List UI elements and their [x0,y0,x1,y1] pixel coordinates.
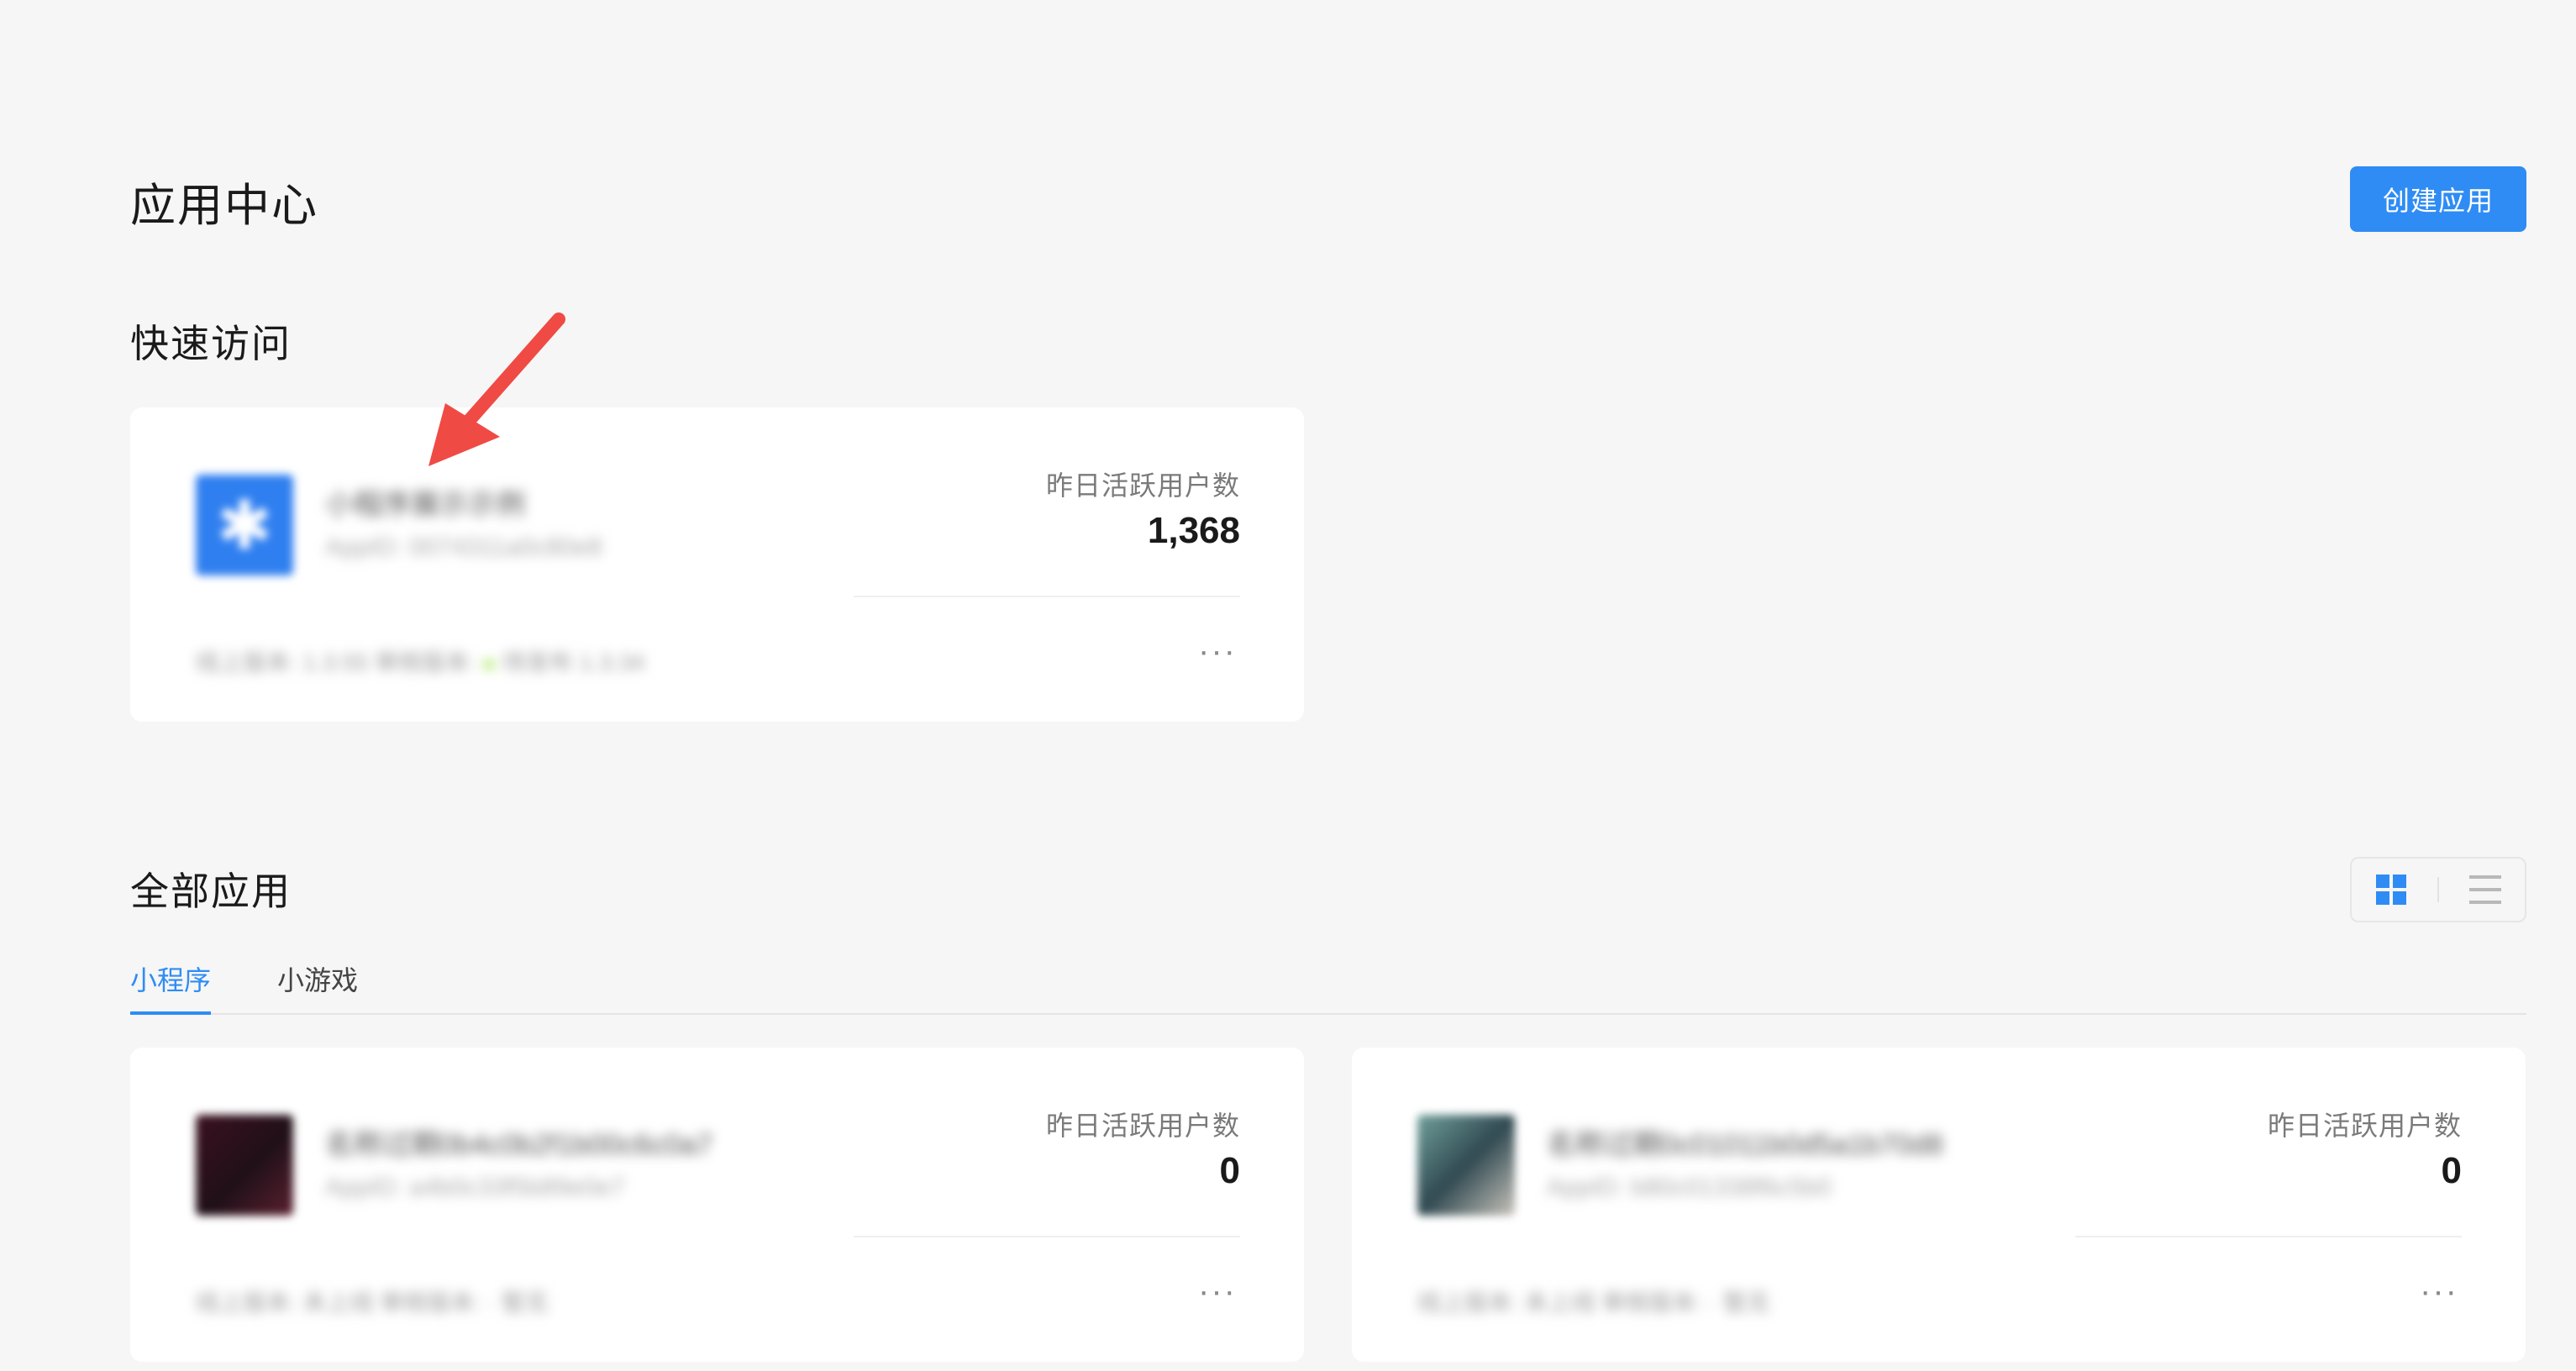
page-title: 应用中心 [130,181,318,231]
dau-label: 昨日活跃用户数 [2267,1111,2462,1141]
app-icon [1417,1115,1515,1216]
annotation-arrow [428,313,565,466]
tab-mini-game[interactable]: 小游戏 [277,959,358,998]
grid-view-button[interactable] [2358,864,2425,915]
app-name: 名称过期0b4c0b2f1b00c6c0a7 [325,1129,713,1161]
app-version-meta: 线上版本: 未上线 审核版本: · 暂无 [196,1290,549,1316]
all-apps-title: 全部应用 [130,869,292,913]
meta-right: 待发布 1.3.34 [502,649,645,675]
app-card[interactable]: 名称过期0b4c0b2f1b00c6c0a7 AppID: a4b0c33f5b… [130,1048,1304,1362]
app-icon: ✱ [196,475,293,575]
toggle-separator [2437,877,2439,902]
status-dot [483,659,494,670]
quick-access-app-card[interactable]: ✱ 小程序展示示例 AppID: 0074311a0c80e8 昨日活跃用户数 … [130,407,1304,722]
more-icon[interactable]: ··· [1198,633,1237,670]
app-id: AppID: 0074311a0c80e8 [325,533,602,561]
more-icon[interactable]: ··· [2420,1273,2458,1311]
list-icon [2468,875,2501,904]
meta-left: 线上版本: 1.3.55 审核版本: [196,649,476,675]
app-type-tabs: 小程序 小游戏 [130,956,2526,1015]
list-view-button[interactable] [2452,864,2519,915]
create-app-button[interactable]: 创建应用 [2350,166,2526,232]
snowflake-icon: ✱ [216,487,273,563]
app-icon [196,1115,293,1216]
app-version-meta: 线上版本: 1.3.55 审核版本: 待发布 1.3.34 [196,644,645,678]
dau-value: 0 [1219,1150,1240,1191]
dau-value: 0 [2441,1150,2462,1191]
app-id: AppID: a4b0c33f5b89e0e7 [325,1174,625,1201]
app-name: 小程序展示示例 [325,489,525,521]
dau-value: 1,368 [1147,510,1240,551]
grid-icon [2376,875,2407,905]
more-icon[interactable]: ··· [1198,1273,1237,1311]
card-divider [854,1236,1240,1237]
app-id: AppID: b80c01338f6c5b0 [1547,1174,1832,1201]
view-toggle [2350,857,2526,922]
dau-label: 昨日活跃用户数 [1045,1111,1240,1141]
app-version-meta: 线上版本: 未上线 审核版本: · 暂无 [1417,1290,1771,1316]
app-card[interactable]: 名称过期0c01011b0d5a1b70d8 AppID: b80c01338f… [1352,1048,2526,1362]
card-divider [2075,1236,2462,1237]
dau-label: 昨日活跃用户数 [1045,470,1240,501]
tab-mini-program[interactable]: 小程序 [130,959,212,1015]
app-center-page: 应用中心 创建应用 快速访问 ✱ 小程序展示示例 AppID: 0074311a… [0,0,2576,1371]
card-divider [854,596,1240,597]
quick-access-title: 快速访问 [130,322,292,365]
app-name: 名称过期0c01011b0d5a1b70d8 [1547,1129,1943,1161]
